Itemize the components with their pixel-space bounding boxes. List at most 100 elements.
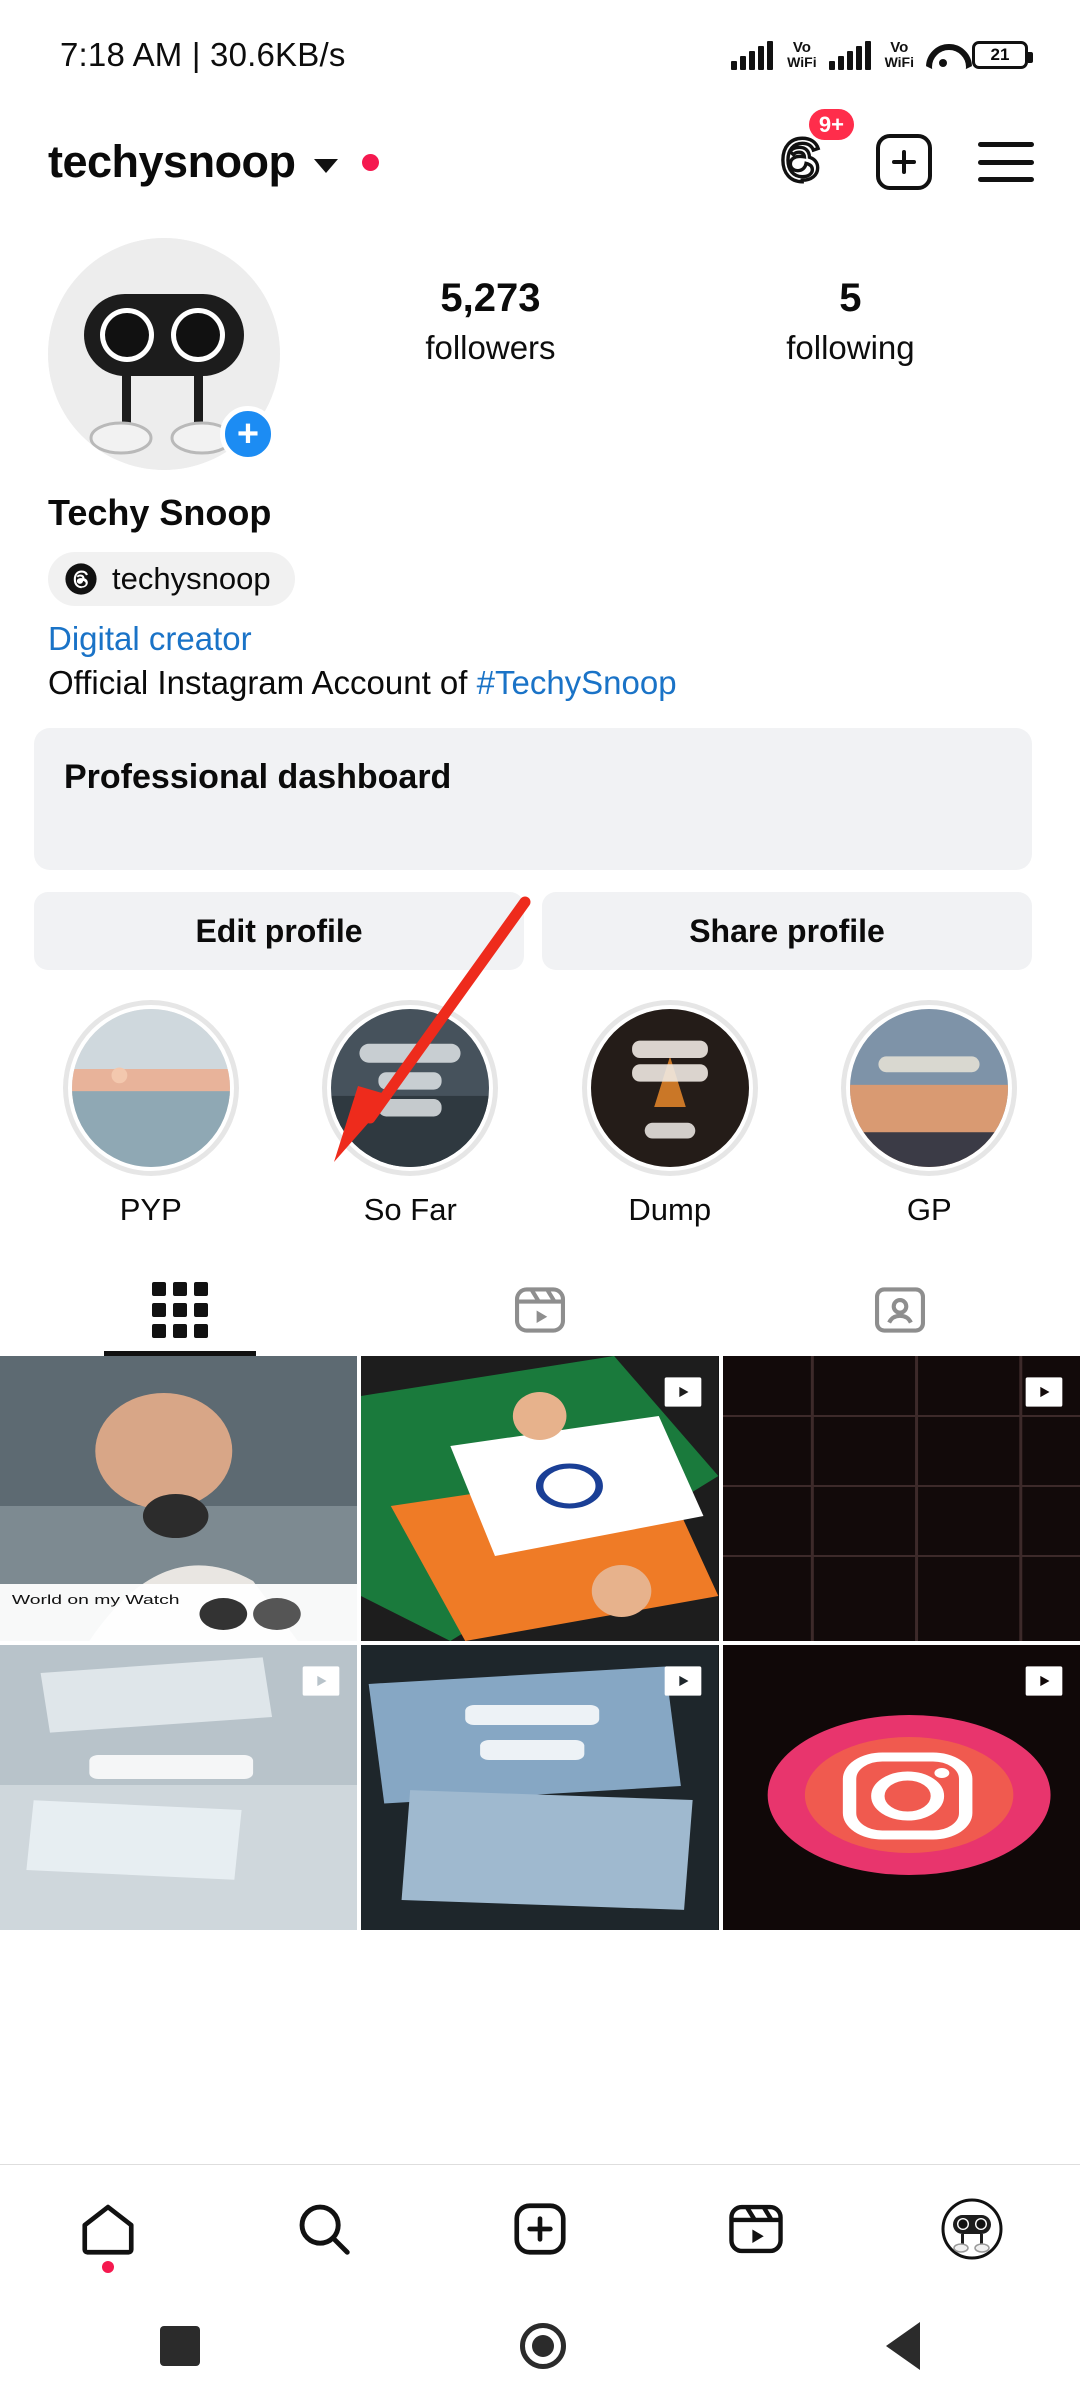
- reel-indicator-icon: [1025, 1666, 1063, 1696]
- media-grid: World on my Watch: [0, 1356, 1080, 1930]
- highlight-image-dump: [590, 1009, 749, 1167]
- tagged-person-icon: [874, 1287, 926, 1333]
- following-stat[interactable]: 5 following: [786, 276, 914, 367]
- highlight-image-pyp: [71, 1009, 230, 1167]
- svg-text:World on my Watch: World on my Watch: [12, 1593, 180, 1607]
- highlight-item-so-far[interactable]: So Far: [284, 1000, 538, 1228]
- story-highlights: PYP So Far Dump GP: [0, 970, 1080, 1228]
- nav-home-button[interactable]: [48, 2189, 168, 2273]
- new-account-dot-icon: [361, 153, 379, 171]
- highlight-ring: [62, 1000, 239, 1176]
- home-icon: [82, 2204, 134, 2255]
- reel-indicator-icon: [664, 1666, 701, 1696]
- followers-count: 5,273: [440, 276, 541, 320]
- grid-item-6[interactable]: [722, 1645, 1080, 1930]
- status-bar: 7:18 AM | 30.6KB/s Vo WiFi Vo WiFi 21: [0, 0, 1080, 110]
- grid-item-4[interactable]: [0, 1645, 358, 1930]
- tab-reels[interactable]: [360, 1264, 720, 1356]
- status-bar-left: 7:18 AM | 30.6KB/s: [60, 36, 346, 74]
- plus-square-icon: [514, 2202, 566, 2255]
- bio-hashtag-link[interactable]: #TechySnoop: [477, 664, 677, 701]
- professional-dashboard-label: Professional dashboard: [64, 758, 452, 796]
- grid-item-5[interactable]: [361, 1645, 719, 1930]
- volte-label-1: Vo WiFi: [787, 40, 817, 70]
- tab-tagged[interactable]: [720, 1264, 1080, 1356]
- highlight-thumbnail: [586, 1005, 753, 1171]
- add-story-plus-icon: +: [236, 413, 260, 455]
- profile-avatar-wrap[interactable]: +: [48, 238, 280, 470]
- edit-profile-button[interactable]: Edit profile: [34, 892, 524, 970]
- grid-item-1[interactable]: World on my Watch: [0, 1356, 358, 1641]
- highlight-label: GP: [906, 1192, 952, 1227]
- highlight-thumbnail: [846, 1005, 1013, 1171]
- volte-sub-2: WiFi: [884, 54, 914, 70]
- phone-screen: 7:18 AM | 30.6KB/s Vo WiFi Vo WiFi 21 te…: [0, 0, 1080, 2400]
- profile-username[interactable]: techysnoop: [48, 136, 296, 188]
- signal-bars-icon-2: [828, 40, 871, 70]
- reel-indicator-icon: [1025, 1377, 1063, 1407]
- grid-item-3[interactable]: [722, 1356, 1080, 1641]
- following-label: following: [786, 329, 915, 366]
- battery-level: 21: [990, 45, 1010, 64]
- highlight-ring: [322, 1000, 499, 1176]
- reel-indicator-icon: [664, 1377, 701, 1407]
- status-time: 7:18 AM: [60, 36, 183, 73]
- network-speed: 30.6KB/s: [210, 36, 346, 73]
- signal-bars-icon-1: [731, 40, 774, 70]
- followers-label: followers: [425, 329, 556, 366]
- chevron-down-icon[interactable]: [313, 159, 338, 173]
- home-notification-dot: [102, 2260, 114, 2273]
- profile-stats: 5,273 followers 5 following: [280, 238, 1040, 367]
- highlight-image-gp: [850, 1009, 1009, 1167]
- reel-indicator-icon: [302, 1666, 340, 1696]
- highlight-item-pyp[interactable]: PYP: [24, 1000, 278, 1228]
- grid-icon: [152, 1282, 208, 1338]
- hamburger-menu-button[interactable]: [978, 142, 1034, 182]
- share-profile-button[interactable]: Share profile: [542, 892, 1032, 970]
- nav-profile-button[interactable]: [912, 2189, 1032, 2269]
- tab-grid[interactable]: [0, 1264, 360, 1356]
- highlight-thumbnail: [67, 1005, 234, 1171]
- account-switcher[interactable]: techysnoop: [48, 136, 379, 188]
- nav-reels-button[interactable]: [696, 2189, 816, 2269]
- profile-full-name: Techy Snoop: [48, 492, 272, 533]
- android-system-bar: [0, 2292, 1080, 2400]
- search-icon: [299, 2204, 350, 2255]
- highlight-label: Dump: [628, 1192, 712, 1227]
- reels-icon: [514, 1287, 566, 1333]
- nav-search-button[interactable]: [264, 2189, 384, 2269]
- following-count: 5: [839, 276, 862, 320]
- nav-create-button[interactable]: [480, 2189, 600, 2269]
- profile-tabs: [0, 1264, 1080, 1356]
- profile-category[interactable]: Digital creator: [48, 620, 1032, 658]
- threads-button[interactable]: 9+: [772, 108, 854, 194]
- profile-header: + 5,273 followers 5 following: [0, 214, 1080, 470]
- highlight-label: PYP: [119, 1192, 182, 1227]
- volte-label-2: Vo WiFi: [884, 40, 914, 70]
- top-navigation-bar: techysnoop 9+: [0, 108, 1080, 214]
- create-post-button[interactable]: [876, 134, 932, 190]
- highlight-ring: [841, 1000, 1018, 1176]
- bio-prefix-text: Official Instagram Account of: [48, 664, 477, 701]
- grid-item-2[interactable]: [361, 1356, 719, 1641]
- volte-sub-1: WiFi: [787, 54, 817, 70]
- threads-handle-chip[interactable]: techysnoop: [48, 552, 295, 606]
- followers-stat[interactable]: 5,273 followers: [425, 276, 555, 367]
- status-separator: |: [191, 36, 201, 73]
- reels-icon: [729, 2204, 783, 2253]
- add-story-button[interactable]: +: [220, 406, 276, 462]
- grid-thumbnail-1: World on my Watch: [0, 1356, 358, 1641]
- threads-notification-badge: 9+: [808, 108, 854, 140]
- profile-bio: Techy Snoop techysnoop Digital creator O…: [0, 470, 1080, 702]
- highlight-ring: [581, 1000, 758, 1176]
- professional-dashboard-card[interactable]: Professional dashboard: [34, 728, 1032, 870]
- recents-button[interactable]: [160, 2326, 200, 2366]
- profile-avatar-icon: [941, 2198, 1003, 2259]
- top-nav-icons: 9+: [772, 108, 1034, 194]
- bottom-navigation-bar: [0, 2164, 1080, 2292]
- home-button[interactable]: [520, 2323, 566, 2369]
- highlight-item-dump[interactable]: Dump: [543, 1000, 797, 1228]
- status-bar-right: Vo WiFi Vo WiFi 21: [731, 40, 1033, 70]
- back-button[interactable]: [886, 2322, 920, 2370]
- highlight-item-gp[interactable]: GP: [803, 1000, 1057, 1228]
